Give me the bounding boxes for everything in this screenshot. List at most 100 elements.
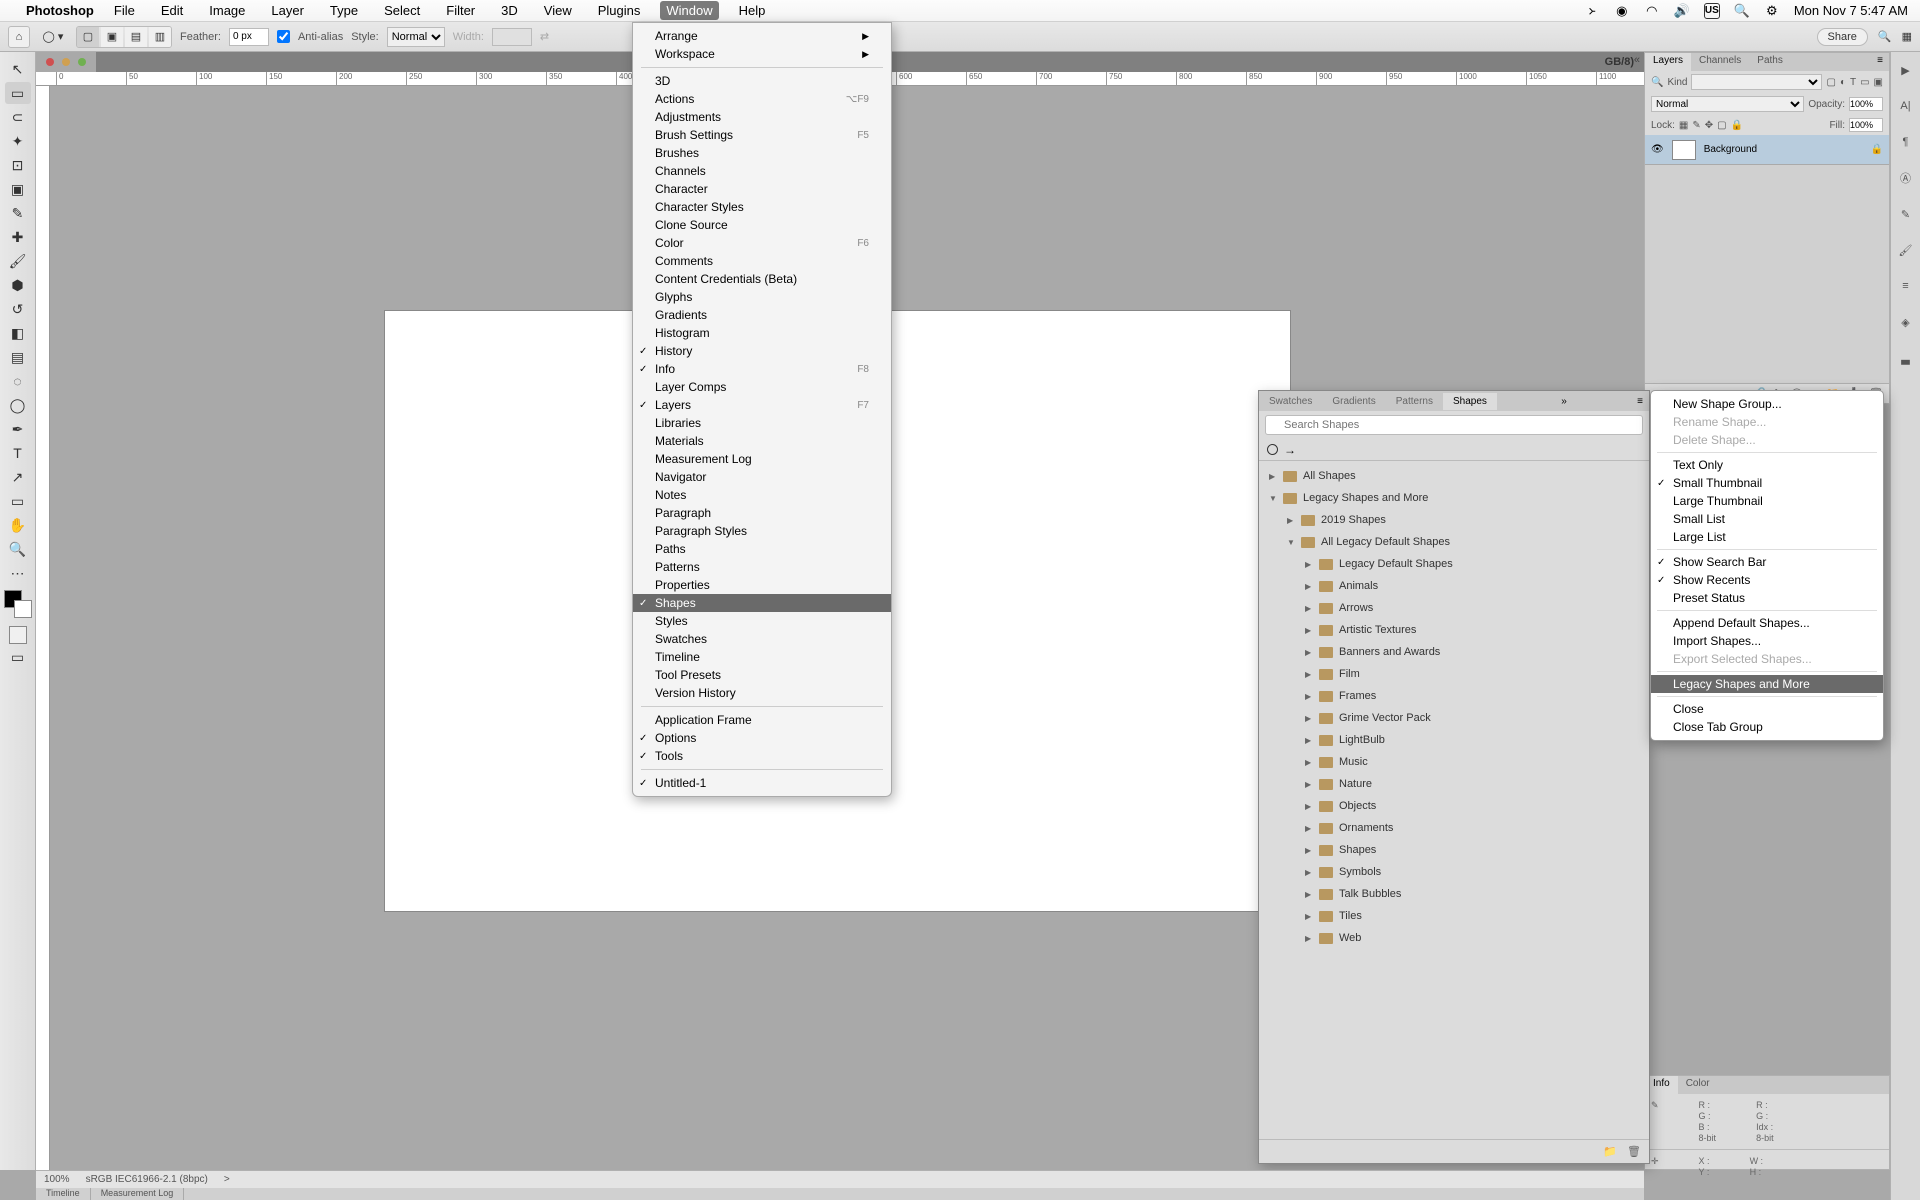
shapes-folder-banners-and-awards[interactable]: ▶Banners and Awards <box>1259 641 1649 663</box>
record-icon[interactable]: ◉ <box>1614 3 1630 19</box>
disclosure-arrow-icon[interactable]: ▶ <box>1305 846 1313 855</box>
tab-swatches[interactable]: Swatches <box>1259 393 1322 410</box>
disclosure-arrow-icon[interactable]: ▶ <box>1305 670 1313 679</box>
tool-eraser[interactable]: ◧ <box>5 322 31 344</box>
tab-patterns[interactable]: Patterns <box>1386 393 1443 410</box>
status-arrow-icon[interactable]: > <box>224 1174 230 1185</box>
menu-item-version-history[interactable]: Version History <box>633 684 891 702</box>
menu-window[interactable]: Window <box>660 1 718 20</box>
disclosure-arrow-icon[interactable]: ▶ <box>1305 934 1313 943</box>
context-item-preset-status[interactable]: Preset Status <box>1651 589 1883 607</box>
menu-item-arrange[interactable]: Arrange▶ <box>633 27 891 45</box>
menu-type[interactable]: Type <box>324 1 364 20</box>
shapes-folder-frames[interactable]: ▶Frames <box>1259 685 1649 707</box>
share-button[interactable]: Share <box>1817 28 1868 46</box>
opacity-input[interactable] <box>1849 97 1883 111</box>
collapse-panels-icon[interactable]: « <box>1634 54 1640 66</box>
context-item-import-shapes-[interactable]: Import Shapes... <box>1651 632 1883 650</box>
character-panel-icon[interactable]: A| <box>1896 96 1916 116</box>
histogram-icon[interactable]: ▃ <box>1896 348 1916 368</box>
panel-menu-icon[interactable]: ≡ <box>1871 53 1889 71</box>
menu-item-notes[interactable]: Notes <box>633 486 891 504</box>
feather-input[interactable] <box>229 28 269 46</box>
menu-item-comments[interactable]: Comments <box>633 252 891 270</box>
swap-wh-icon[interactable]: ⇄ <box>540 30 549 43</box>
menu-item-glyphs[interactable]: Glyphs <box>633 288 891 306</box>
context-item-large-thumbnail[interactable]: Large Thumbnail <box>1651 492 1883 510</box>
brush-settings-icon[interactable]: ✎ <box>1896 204 1916 224</box>
shapes-folder-2019-shapes[interactable]: ▶2019 Shapes <box>1259 509 1649 531</box>
tool-pen[interactable]: ✒ <box>5 418 31 440</box>
shapes-folder-objects[interactable]: ▶Objects <box>1259 795 1649 817</box>
menu-item-character-styles[interactable]: Character Styles <box>633 198 891 216</box>
shapes-folder-symbols[interactable]: ▶Symbols <box>1259 861 1649 883</box>
menu-help[interactable]: Help <box>733 1 772 20</box>
context-item-close-tab-group[interactable]: Close Tab Group <box>1651 718 1883 736</box>
tab-timeline[interactable]: Timeline <box>36 1188 91 1200</box>
visibility-eye-icon[interactable]: 👁 <box>1651 144 1664 155</box>
lock-pixels-icon[interactable]: ✎ <box>1692 120 1700 131</box>
shapes-folder-animals[interactable]: ▶Animals <box>1259 575 1649 597</box>
menu-item-clone-source[interactable]: Clone Source <box>633 216 891 234</box>
tab-gradients[interactable]: Gradients <box>1322 393 1385 410</box>
quick-mask-toggle[interactable] <box>9 626 27 644</box>
tool-type[interactable]: T <box>5 442 31 464</box>
play-icon[interactable]: ▶ <box>1896 60 1916 80</box>
shapes-folder-talk-bubbles[interactable]: ▶Talk Bubbles <box>1259 883 1649 905</box>
menu-view[interactable]: View <box>538 1 578 20</box>
tool-eyedropper[interactable]: ✎ <box>5 202 31 224</box>
context-item-small-thumbnail[interactable]: ✓Small Thumbnail <box>1651 474 1883 492</box>
lock-all-icon[interactable]: 🔒 <box>1731 120 1743 131</box>
shapes-folder-tiles[interactable]: ▶Tiles <box>1259 905 1649 927</box>
shapes-folder-ornaments[interactable]: ▶Ornaments <box>1259 817 1649 839</box>
shapes-folder-all-shapes[interactable]: ▶All Shapes <box>1259 465 1649 487</box>
disclosure-arrow-icon[interactable]: ▶ <box>1305 714 1313 723</box>
zoom-level[interactable]: 100% <box>44 1174 70 1185</box>
disclosure-arrow-icon[interactable]: ▶ <box>1305 890 1313 899</box>
menu-item-untitled-1[interactable]: ✓Untitled-1 <box>633 774 891 792</box>
menu-item-adjustments[interactable]: Adjustments <box>633 108 891 126</box>
disclosure-arrow-icon[interactable]: ▶ <box>1305 758 1313 767</box>
document-tab[interactable] <box>36 52 96 72</box>
lock-transparency-icon[interactable]: ▦ <box>1679 120 1688 131</box>
background-color-swatch[interactable] <box>14 600 32 618</box>
shapes-folder-legacy-default-shapes[interactable]: ▶Legacy Default Shapes <box>1259 553 1649 575</box>
layer-row[interactable]: 👁 Background 🔒 <box>1645 135 1889 165</box>
tool-hand[interactable]: ✋ <box>5 514 31 536</box>
menu-item-gradients[interactable]: Gradients <box>633 306 891 324</box>
adjustments-icon[interactable]: ≡ <box>1896 276 1916 296</box>
vertical-ruler[interactable] <box>36 86 50 1170</box>
window-close-icon[interactable] <box>46 58 54 66</box>
tool-zoom[interactable]: 🔍 <box>5 538 31 560</box>
menu-item-actions[interactable]: Actions⌥F9 <box>633 90 891 108</box>
context-item-close[interactable]: Close <box>1651 700 1883 718</box>
disclosure-arrow-icon[interactable]: ▶ <box>1305 736 1313 745</box>
shapes-folder-shapes[interactable]: ▶Shapes <box>1259 839 1649 861</box>
context-item-legacy-shapes-and-more[interactable]: Legacy Shapes and More <box>1651 675 1883 693</box>
menu-item-timeline[interactable]: Timeline <box>633 648 891 666</box>
menu-item-layers[interactable]: ✓LayersF7 <box>633 396 891 414</box>
context-item-small-list[interactable]: Small List <box>1651 510 1883 528</box>
menu-3d[interactable]: 3D <box>495 1 524 20</box>
menu-item-3d[interactable]: 3D <box>633 72 891 90</box>
fill-input[interactable] <box>1849 118 1883 132</box>
glyphs-panel-icon[interactable]: Ⓐ <box>1896 168 1916 188</box>
context-item-large-list[interactable]: Large List <box>1651 528 1883 546</box>
menu-item-application-frame[interactable]: Application Frame <box>633 711 891 729</box>
filter-shape-icon[interactable]: ▭ <box>1860 77 1869 88</box>
search-icon[interactable]: 🔍 <box>1878 30 1892 43</box>
lock-position-icon[interactable]: ✥ <box>1705 120 1713 131</box>
color-swatches[interactable] <box>4 590 32 618</box>
tool-lasso[interactable]: ⊂ <box>5 106 31 128</box>
menu-item-shapes[interactable]: ✓Shapes <box>633 594 891 612</box>
tab-shapes[interactable]: Shapes <box>1443 393 1497 410</box>
menu-select[interactable]: Select <box>378 1 426 20</box>
tool-brush[interactable]: 🖌 <box>5 250 31 272</box>
menu-item-channels[interactable]: Channels <box>633 162 891 180</box>
input-source-badge[interactable]: US <box>1704 3 1720 19</box>
disclosure-arrow-icon[interactable]: ▶ <box>1305 802 1313 811</box>
shapes-folder-all-legacy-default-shapes[interactable]: ▼All Legacy Default Shapes <box>1259 531 1649 553</box>
shapes-folder-music[interactable]: ▶Music <box>1259 751 1649 773</box>
disclosure-arrow-icon[interactable]: ▼ <box>1287 538 1295 547</box>
tab-measurement-log[interactable]: Measurement Log <box>91 1188 185 1200</box>
